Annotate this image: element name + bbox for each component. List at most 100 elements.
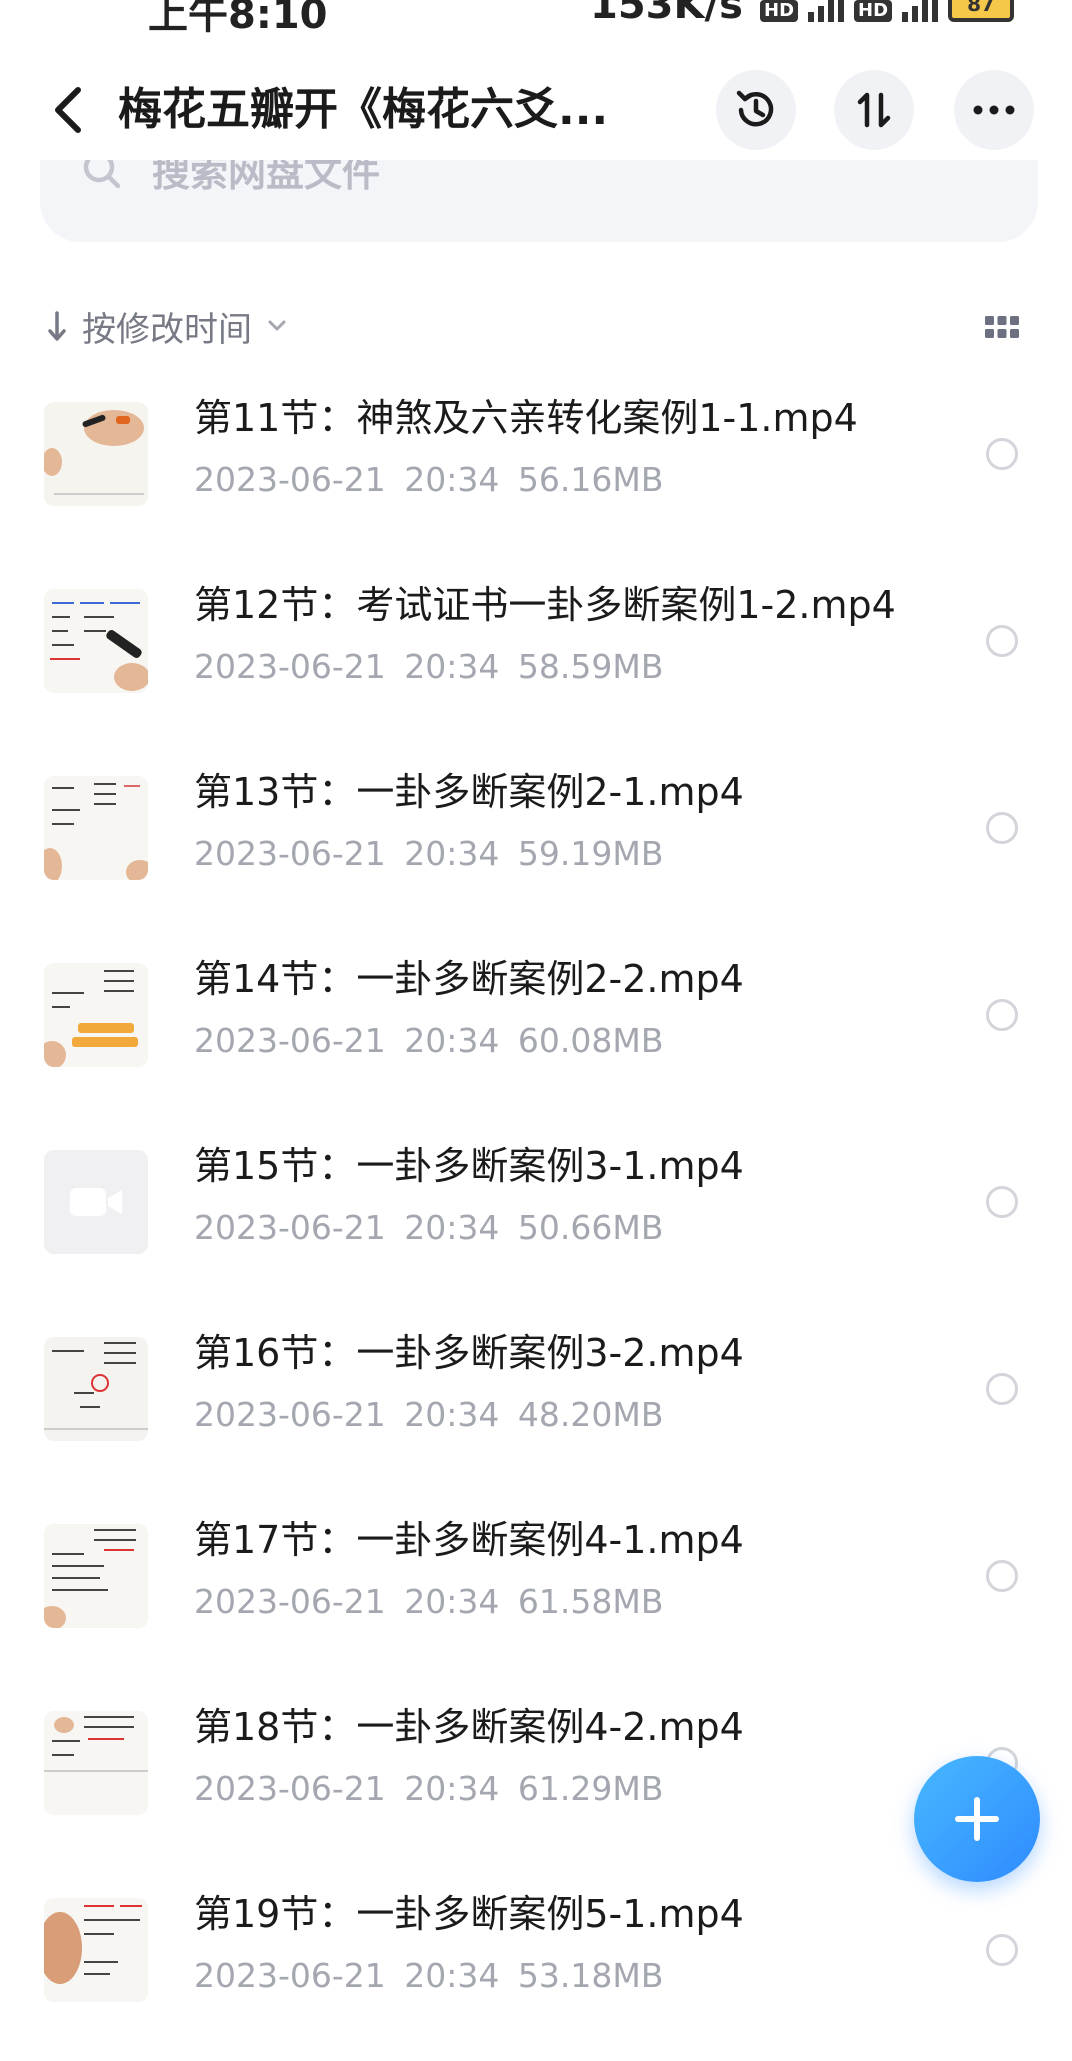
file-meta: 2023-06-21 20:34 53.18MB xyxy=(194,1954,663,1998)
video-thumbnail xyxy=(44,589,148,693)
search-bar[interactable]: 搜索网盘文件 xyxy=(40,160,1038,242)
file-size: 58.59MB xyxy=(517,647,664,686)
signal-icon xyxy=(902,0,939,22)
video-thumbnail xyxy=(44,1337,148,1441)
video-camera-icon xyxy=(70,1188,122,1216)
file-date: 2023-06-21 xyxy=(194,647,386,686)
file-name: 第14节：一卦多断案例2-2.mp4 xyxy=(194,957,744,1001)
file-time: 20:34 xyxy=(404,1208,500,1247)
video-thumbnail xyxy=(44,963,148,1067)
file-browser-screen: 上午8:10 153K/s HD HD 87 梅花五瓣开《梅花六爻... 搜索网… xyxy=(0,0,1072,2061)
more-dots-icon xyxy=(973,105,1015,115)
select-checkbox[interactable] xyxy=(986,1373,1018,1405)
file-row[interactable]: 第17节：一卦多断案例4-1.mp4 2023-06-21 20:34 61.5… xyxy=(0,1514,1072,1701)
file-date: 2023-06-21 xyxy=(194,1021,386,1060)
file-name: 第15节：一卦多断案例3-1.mp4 xyxy=(194,1144,744,1188)
sort-row: 按修改时间 xyxy=(0,296,1072,356)
file-row[interactable]: 第18节：一卦多断案例4-2.mp4 2023-06-21 20:34 61.2… xyxy=(0,1701,1072,1888)
file-size: 61.29MB xyxy=(517,1769,664,1808)
file-size: 61.58MB xyxy=(517,1582,664,1621)
signal-icon xyxy=(808,0,845,22)
arrow-down-icon xyxy=(48,311,66,341)
history-button[interactable] xyxy=(716,70,796,150)
select-checkbox[interactable] xyxy=(986,625,1018,657)
page-title: 梅花五瓣开《梅花六爻... xyxy=(118,84,609,135)
more-button[interactable] xyxy=(954,70,1034,150)
file-meta: 2023-06-21 20:34 61.58MB xyxy=(194,1580,663,1624)
file-name: 第16节：一卦多断案例3-2.mp4 xyxy=(194,1331,744,1375)
sort-label: 按修改时间 xyxy=(82,309,252,350)
video-thumbnail xyxy=(44,1524,148,1628)
hd-icon: HD xyxy=(854,0,893,22)
select-checkbox[interactable] xyxy=(986,438,1018,470)
select-checkbox[interactable] xyxy=(986,999,1018,1031)
file-meta: 2023-06-21 20:34 60.08MB xyxy=(194,1019,663,1063)
file-size: 59.19MB xyxy=(517,834,664,873)
file-name: 第17节：一卦多断案例4-1.mp4 xyxy=(194,1518,744,1562)
file-date: 2023-06-21 xyxy=(194,460,386,499)
file-row[interactable]: 第14节：一卦多断案例2-2.mp4 2023-06-21 20:34 60.0… xyxy=(0,953,1072,1140)
sort-dropdown[interactable]: 按修改时间 xyxy=(46,296,288,356)
header-bar: 梅花五瓣开《梅花六爻... xyxy=(0,60,1072,160)
hd-icon: HD xyxy=(760,0,799,22)
file-date: 2023-06-21 xyxy=(194,834,386,873)
back-button[interactable] xyxy=(44,82,94,138)
file-date: 2023-06-21 xyxy=(194,1956,386,1995)
file-size: 56.16MB xyxy=(517,460,664,499)
file-time: 20:34 xyxy=(404,834,500,873)
file-name: 第18节：一卦多断案例4-2.mp4 xyxy=(194,1705,744,1749)
file-name: 第11节：神煞及六亲转化案例1-1.mp4 xyxy=(194,396,858,440)
file-time: 20:34 xyxy=(404,1769,500,1808)
plus-icon xyxy=(955,1797,999,1841)
video-thumbnail xyxy=(44,1711,148,1815)
file-size: 50.66MB xyxy=(517,1208,664,1247)
file-row[interactable]: 第12节：考试证书一卦多断案例1-2.mp4 2023-06-21 20:34 … xyxy=(0,579,1072,766)
file-name: 第19节：一卦多断案例5-1.mp4 xyxy=(194,1892,744,1936)
file-time: 20:34 xyxy=(404,647,500,686)
file-row[interactable]: 第16节：一卦多断案例3-2.mp4 2023-06-21 20:34 48.2… xyxy=(0,1327,1072,1514)
chevron-left-icon xyxy=(55,87,81,133)
file-date: 2023-06-21 xyxy=(194,1208,386,1247)
select-checkbox[interactable] xyxy=(986,812,1018,844)
file-meta: 2023-06-21 20:34 61.29MB xyxy=(194,1767,663,1811)
search-content: 搜索网盘文件 xyxy=(80,160,380,197)
file-date: 2023-06-21 xyxy=(194,1582,386,1621)
grid-view-toggle[interactable] xyxy=(984,310,1020,346)
file-date: 2023-06-21 xyxy=(194,1395,386,1434)
search-placeholder: 搜索网盘文件 xyxy=(152,160,381,195)
file-meta: 2023-06-21 20:34 50.66MB xyxy=(194,1206,663,1250)
status-bar: 上午8:10 153K/s HD HD 87 xyxy=(0,0,1072,38)
select-checkbox[interactable] xyxy=(986,1934,1018,1966)
select-checkbox[interactable] xyxy=(986,1186,1018,1218)
select-checkbox[interactable] xyxy=(986,1560,1018,1592)
video-placeholder-thumbnail xyxy=(44,1150,148,1254)
chevron-down-icon xyxy=(268,320,286,331)
file-size: 48.20MB xyxy=(517,1395,664,1434)
add-button[interactable] xyxy=(914,1756,1040,1882)
file-time: 20:34 xyxy=(404,1956,500,1995)
file-meta: 2023-06-21 20:34 48.20MB xyxy=(194,1393,663,1437)
network-speed: 153K/s xyxy=(590,0,743,28)
file-row[interactable]: 第19节：一卦多断案例5-1.mp4 2023-06-21 20:34 53.1… xyxy=(0,1888,1072,2061)
video-thumbnail xyxy=(44,776,148,880)
status-time: 上午8:10 xyxy=(148,0,328,38)
video-thumbnail xyxy=(44,1898,148,2002)
file-list: 第11节：神煞及六亲转化案例1-1.mp4 2023-06-21 20:34 5… xyxy=(0,392,1072,2061)
search-icon xyxy=(83,160,121,188)
file-row[interactable]: 第11节：神煞及六亲转化案例1-1.mp4 2023-06-21 20:34 5… xyxy=(0,392,1072,579)
sort-arrows-icon xyxy=(857,92,891,128)
file-row[interactable]: 第13节：一卦多断案例2-1.mp4 2023-06-21 20:34 59.1… xyxy=(0,766,1072,953)
history-icon xyxy=(736,90,774,127)
sort-button[interactable] xyxy=(834,70,914,150)
file-name: 第13节：一卦多断案例2-1.mp4 xyxy=(194,770,744,814)
grid-view-icon xyxy=(985,316,1019,338)
file-time: 20:34 xyxy=(404,1582,500,1621)
file-time: 20:34 xyxy=(404,1021,500,1060)
file-date: 2023-06-21 xyxy=(194,1769,386,1808)
file-size: 60.08MB xyxy=(517,1021,664,1060)
file-size: 53.18MB xyxy=(517,1956,664,1995)
file-time: 20:34 xyxy=(404,1395,500,1434)
file-row[interactable]: 第15节：一卦多断案例3-1.mp4 2023-06-21 20:34 50.6… xyxy=(0,1140,1072,1327)
file-meta: 2023-06-21 20:34 58.59MB xyxy=(194,645,663,689)
file-meta: 2023-06-21 20:34 56.16MB xyxy=(194,458,663,502)
